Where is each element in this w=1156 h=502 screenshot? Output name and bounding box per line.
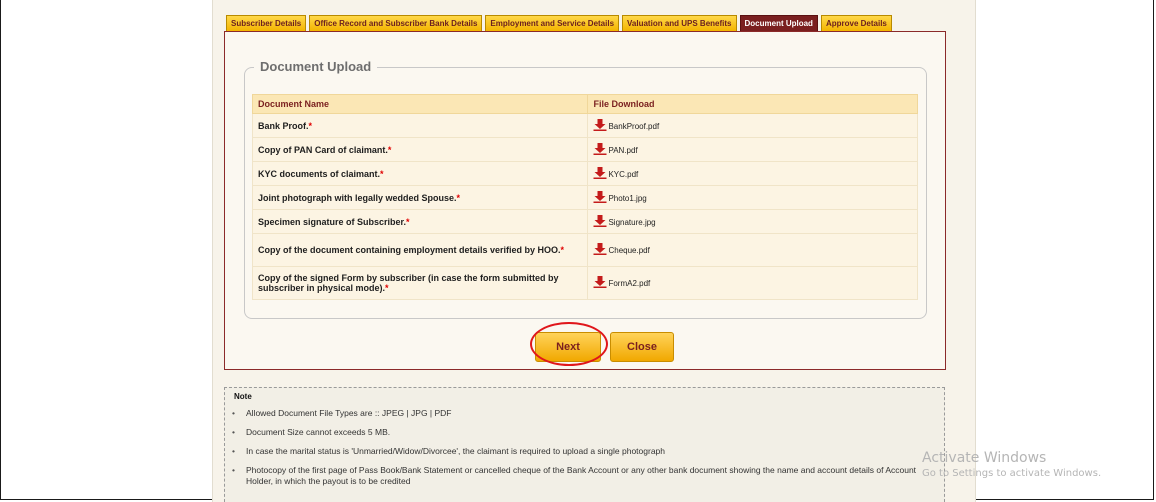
file-download-link[interactable]: FormA2.pdf: [593, 276, 650, 288]
file-name[interactable]: PAN.pdf: [608, 146, 637, 155]
download-icon[interactable]: [593, 276, 607, 288]
tab-subscriber-details[interactable]: Subscriber Details: [226, 15, 307, 32]
file-download-cell: PAN.pdf: [587, 137, 918, 162]
note-item: In case the marital status is 'Unmarried…: [232, 446, 932, 457]
file-download-link[interactable]: KYC.pdf: [593, 166, 638, 179]
watermark-line-1: Activate Windows: [922, 450, 1047, 466]
required-asterisk: *: [406, 216, 410, 227]
table-row: Copy of PAN Card of claimant.* PAN.pdf: [251, 137, 918, 162]
tab-bar: Subscriber Details Office Record and Sub…: [226, 15, 892, 32]
document-name-cell: Copy of the signed Form by subscriber (i…: [251, 266, 589, 300]
required-asterisk: *: [380, 168, 384, 179]
button-row: Next Close: [535, 332, 674, 362]
table-row: KYC documents of claimant.* KYC.pdf: [251, 161, 918, 186]
table-row: Bank Proof.* BankProof.pdf: [251, 113, 918, 138]
document-name-cell: Bank Proof.*: [251, 113, 589, 138]
activate-windows-watermark: Activate Windows Go to Settings to activ…: [922, 450, 1101, 482]
document-name: Specimen signature of Subscriber.: [258, 216, 407, 227]
column-header-document-name: Document Name: [251, 94, 589, 114]
file-download-link[interactable]: Cheque.pdf: [593, 243, 650, 255]
note-item: Photocopy of the first page of Pass Book…: [232, 465, 932, 487]
required-asterisk: *: [560, 245, 565, 255]
next-button[interactable]: Next: [535, 332, 601, 362]
document-name-cell: Copy of PAN Card of claimant.*: [251, 137, 589, 162]
close-button[interactable]: Close: [610, 332, 674, 362]
document-table: Document Name File Download Bank Proof.*…: [251, 94, 918, 300]
note-title: Note: [234, 392, 252, 401]
table-row: Copy of the signed Form by subscriber (i…: [251, 266, 918, 300]
tab-valuation-ups-benefits[interactable]: Valuation and UPS Benefits: [622, 15, 737, 32]
note-list: Allowed Document File Types are :: JPEG …: [232, 408, 932, 495]
table-row: Joint photograph with legally wedded Spo…: [251, 185, 918, 210]
file-download-cell: Signature.jpg: [587, 209, 918, 234]
file-download-link[interactable]: PAN.pdf: [593, 142, 638, 155]
tab-employment-service-details[interactable]: Employment and Service Details: [485, 15, 620, 32]
note-item: Allowed Document File Types are :: JPEG …: [232, 408, 932, 419]
file-download-cell: KYC.pdf: [587, 161, 918, 186]
file-download-cell: BankProof.pdf: [587, 113, 918, 138]
required-asterisk: *: [385, 283, 389, 293]
document-name: KYC documents of claimant.: [258, 168, 381, 179]
required-asterisk: *: [456, 192, 461, 203]
document-name: Copy of PAN Card of claimant.: [258, 144, 388, 155]
table-row: Specimen signature of Subscriber.* Signat…: [251, 209, 918, 234]
column-header-file-download: File Download: [587, 94, 918, 114]
document-name: Copy of the document containing employme…: [258, 245, 561, 255]
document-name: Joint photograph with legally wedded Spo…: [258, 192, 457, 203]
file-name[interactable]: Cheque.pdf: [608, 246, 649, 255]
tab-document-upload[interactable]: Document Upload: [739, 15, 818, 32]
document-name-cell: Joint photograph with legally wedded Spo…: [251, 185, 589, 210]
file-download-cell: Cheque.pdf: [587, 233, 918, 267]
file-name[interactable]: BankProof.pdf: [608, 122, 659, 131]
file-name[interactable]: FormA2.pdf: [608, 279, 650, 288]
file-download-cell: Photo1.jpg: [587, 185, 918, 210]
file-download-link[interactable]: Photo1.jpg: [593, 190, 647, 203]
required-asterisk: *: [387, 144, 392, 155]
file-name[interactable]: Signature.jpg: [608, 218, 655, 227]
download-icon[interactable]: [593, 118, 607, 131]
tab-office-record-bank-details[interactable]: Office Record and Subscriber Bank Detail…: [309, 15, 483, 32]
document-name: Copy of the signed Form by subscriber (i…: [258, 273, 559, 293]
tab-approve-details[interactable]: Approve Details: [820, 15, 892, 32]
file-download-link[interactable]: BankProof.pdf: [593, 118, 659, 131]
note-item: Document Size cannot exceeds 5 MB.: [232, 427, 932, 438]
file-download-link[interactable]: Signature.jpg: [593, 214, 656, 227]
document-name-cell: KYC documents of claimant.*: [251, 161, 589, 186]
table-header-row: Document Name File Download: [251, 94, 918, 114]
watermark-line-2: Go to Settings to activate Windows.: [922, 468, 1102, 479]
file-download-cell: FormA2.pdf: [587, 266, 918, 300]
document-name-cell: Specimen signature of Subscriber.*: [251, 209, 589, 234]
download-icon[interactable]: [593, 142, 607, 155]
table-row: Copy of the document containing employme…: [251, 233, 918, 267]
download-icon[interactable]: [593, 243, 607, 255]
required-asterisk: *: [308, 120, 313, 131]
document-name-cell: Copy of the document containing employme…: [251, 233, 589, 267]
file-name[interactable]: Photo1.jpg: [608, 194, 646, 203]
section-title: Document Upload: [254, 59, 378, 74]
download-icon[interactable]: [593, 190, 607, 203]
download-icon[interactable]: [593, 166, 607, 179]
download-icon[interactable]: [593, 214, 607, 227]
file-name[interactable]: KYC.pdf: [608, 170, 638, 179]
document-name: Bank Proof.: [258, 120, 309, 131]
